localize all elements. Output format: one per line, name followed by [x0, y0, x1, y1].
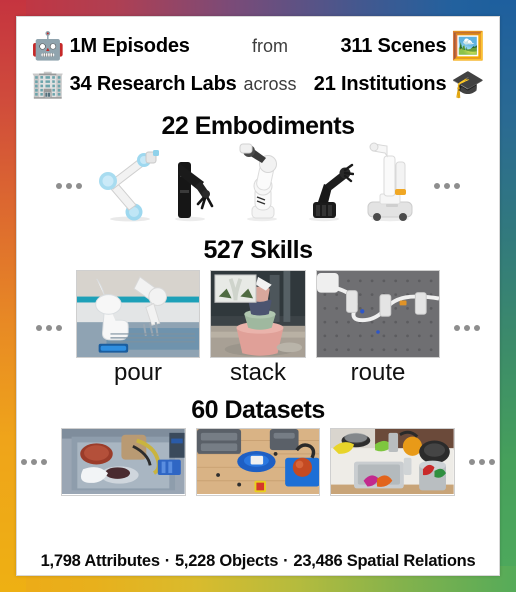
embodiment-industrial-black-arm [300, 142, 355, 227]
skills-title: 527 Skills [203, 235, 313, 264]
skill-thumbnail-stack [210, 270, 306, 358]
ellipsis-left-datasets [17, 459, 51, 466]
stat-connector-from: from [227, 36, 313, 57]
connector-across-label: across [243, 73, 297, 94]
stats-header: 🤖 1M Episodes from 311 Scenes 🖼️ 🏢 34 Re… [17, 17, 499, 105]
skill-card-route: route [316, 270, 440, 387]
skill-label-stack: stack [229, 359, 286, 386]
skill-thumbnail-route [316, 270, 440, 358]
skills-row: pour stack route [17, 270, 499, 387]
framed-picture-emoji-icon: 🖼️ [451, 30, 485, 61]
ellipsis-left-skills [32, 325, 66, 332]
footer-stats: 1,798 Attributes · 5,228 Objects · 23,486 Sp… [17, 552, 499, 571]
footer-separator-1: · [164, 552, 171, 570]
ellipsis-right-skills [450, 325, 484, 332]
office-building-emoji-icon: 🏢 [31, 68, 65, 99]
research-labs-count-label: 34 Research Labs [69, 72, 237, 95]
skill-card-stack: stack [210, 270, 306, 387]
connector-from-label: from [252, 35, 288, 56]
footer-separator-2: · [283, 552, 289, 570]
ellipsis-right-datasets [465, 459, 499, 466]
embodiment-black-articulated-arm [170, 142, 226, 227]
embodiment-franka-panda-arm [232, 142, 294, 227]
footer-relations-label: 23,486 Spatial Relations [293, 552, 476, 570]
institutions-count-label: 21 Institutions [313, 72, 447, 95]
dataset-thumbnail-1 [61, 428, 186, 497]
skill-card-pour: pour [76, 270, 200, 387]
stat-connector-across: across [227, 74, 313, 95]
stat-institutions: 21 Institutions 🎓 [313, 68, 485, 99]
section-embodiments: 22 Embodiments [17, 112, 499, 227]
stats-row-episodes: 🤖 1M Episodes from 311 Scenes 🖼️ [31, 27, 485, 65]
dataset-thumbnail-2 [195, 428, 321, 497]
embodiments-title: 22 Embodiments [161, 112, 355, 140]
embodiment-thumbnails [96, 142, 420, 227]
skill-thumbnail-pour [76, 270, 200, 358]
embodiment-ur-style-arm [96, 142, 164, 227]
embodiments-row [17, 142, 499, 227]
stats-row-labs: 🏢 34 Research Labs across 21 Institution… [31, 65, 485, 103]
datasets-row [17, 428, 499, 497]
ellipsis-right-embodiments [430, 182, 464, 189]
footer-attributes-label: 1,798 Attributes [40, 552, 160, 570]
graduation-cap-emoji-icon: 🎓 [451, 68, 485, 99]
embodiment-mobile-manipulator [360, 142, 420, 227]
stat-research-labs: 🏢 34 Research Labs [31, 68, 237, 99]
stat-scenes: 311 Scenes 🖼️ [313, 30, 486, 61]
stat-episodes: 🤖 1M Episodes [31, 30, 227, 61]
skill-label-pour: pour [113, 359, 163, 386]
datasets-title: 60 Datasets [191, 395, 325, 424]
footer-objects-label: 5,228 Objects [175, 552, 279, 570]
episodes-count-label: 1M Episodes [69, 34, 190, 57]
scenes-count-label: 311 Scenes [340, 34, 447, 57]
rainbow-frame: 🤖 1M Episodes from 311 Scenes 🖼️ 🏢 34 Re… [0, 0, 516, 592]
dataset-thumbnail-3 [330, 428, 456, 497]
content-card: 🤖 1M Episodes from 311 Scenes 🖼️ 🏢 34 Re… [16, 16, 500, 576]
ellipsis-left-embodiments [52, 182, 86, 189]
section-datasets: 60 Datasets [17, 395, 499, 497]
skill-label-route: route [350, 359, 406, 386]
robot-emoji-icon: 🤖 [31, 30, 65, 61]
section-skills: 527 Skills pour stack route [17, 235, 499, 387]
